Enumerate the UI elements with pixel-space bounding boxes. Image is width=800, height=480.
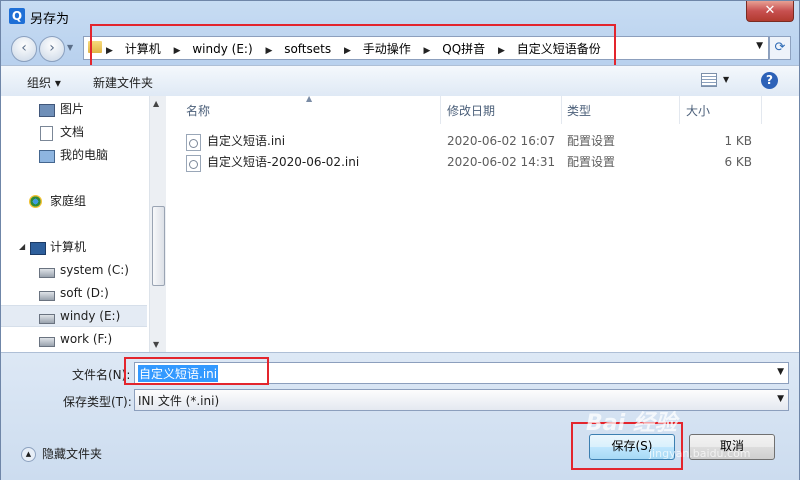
homegroup-icon [29, 195, 42, 208]
computer-icon [30, 242, 46, 255]
scroll-up-icon[interactable]: ▲ [153, 99, 159, 108]
forward-button[interactable]: › [39, 36, 65, 62]
drive-icon [39, 268, 55, 278]
sidebar-item-label: 家庭组 [50, 194, 87, 208]
sidebar-item-label: 计算机 [50, 240, 87, 254]
qq-pinyin-app-icon: Q [9, 8, 25, 24]
column-divider[interactable] [561, 96, 562, 124]
navigation-pane: 图片 文档 我的电脑 家庭组 ◢ 计算机 system (C:) soft (D… [1, 96, 149, 352]
view-dropdown-icon[interactable]: ▼ [723, 75, 729, 84]
sidebar-item-label: soft (D:) [60, 286, 109, 300]
sidebar-item-label: 文档 [60, 125, 85, 139]
documents-icon [40, 126, 53, 141]
file-row[interactable]: 自定义短语.ini 2020-06-02 16:07 配置设置 1 KB [166, 131, 799, 151]
column-header-modified[interactable]: 修改日期 [447, 96, 495, 126]
scroll-down-icon[interactable]: ▼ [153, 340, 159, 349]
file-type: 配置设置 [567, 155, 616, 169]
sidebar-item-homegroup[interactable]: 家庭组 [1, 191, 147, 211]
close-button[interactable]: ✕ [746, 1, 794, 22]
address-highlight-box [90, 24, 616, 69]
hide-folders-label: 隐藏文件夹 [42, 447, 103, 461]
help-icon[interactable]: ? [761, 72, 778, 89]
sidebar-item-label: work (F:) [60, 332, 113, 346]
my-computer-icon [39, 150, 55, 163]
sidebar-item-computer[interactable]: ◢ 计算机 [1, 237, 147, 257]
sidebar-item-system-c[interactable]: system (C:) [1, 260, 147, 280]
file-modified: 2020-06-02 14:31 [447, 155, 556, 169]
filetype-dropdown-icon[interactable]: ▼ [777, 394, 784, 404]
sidebar-item-label: system (C:) [60, 263, 129, 277]
sidebar-item-documents[interactable]: 文档 [1, 122, 147, 142]
refresh-icon[interactable]: ⟳ [769, 36, 791, 60]
address-dropdown-icon[interactable]: ▼ [756, 41, 763, 51]
file-type: 配置设置 [567, 134, 616, 148]
baidu-watermark: Bai 经验 [586, 411, 677, 436]
sidebar-item-label: 我的电脑 [60, 148, 109, 162]
sidebar-item-soft-d[interactable]: soft (D:) [1, 283, 147, 303]
sidebar-item-windy-e[interactable]: windy (E:) [1, 305, 147, 327]
sidebar-item-my-computer[interactable]: 我的电脑 [1, 145, 147, 165]
drive-icon [39, 314, 55, 324]
column-header-size[interactable]: 大小 [686, 96, 710, 126]
sort-ascending-icon: ▲ [306, 94, 313, 103]
file-size: 6 KB [724, 155, 752, 169]
file-list: ▲ 名称 修改日期 类型 大小 自定义短语.ini 2020-06-02 16:… [166, 94, 799, 352]
file-name: 自定义短语-2020-06-02.ini [207, 155, 360, 169]
collapse-chevron-icon: ▲ [21, 447, 36, 462]
recent-locations-chevron-icon[interactable]: ▼ [67, 43, 73, 52]
file-row[interactable]: 自定义短语-2020-06-02.ini 2020-06-02 14:31 配置… [166, 152, 799, 172]
column-divider[interactable] [679, 96, 680, 124]
ini-file-icon [186, 134, 201, 151]
filetype-label: 保存类型(T): [63, 395, 132, 409]
column-divider[interactable] [440, 96, 441, 124]
new-folder-button[interactable]: 新建文件夹 [93, 74, 153, 91]
filename-label: 文件名(N): [72, 368, 131, 382]
file-size: 1 KB [724, 134, 752, 148]
file-modified: 2020-06-02 16:07 [447, 134, 556, 148]
sidebar-item-label: 图片 [60, 102, 85, 116]
pictures-icon [39, 104, 55, 117]
sidebar-item-label: windy (E:) [60, 309, 121, 323]
back-button[interactable]: ‹ [11, 36, 37, 62]
expand-chevron-icon[interactable]: ◢ [19, 237, 25, 257]
sidebar-item-work-f[interactable]: work (F:) [1, 329, 147, 349]
drive-icon [39, 337, 55, 347]
file-name: 自定义短语.ini [207, 134, 286, 148]
baidu-watermark-url: jingyan.baidu.com [649, 447, 751, 460]
drive-icon [39, 291, 55, 301]
filename-dropdown-icon[interactable]: ▼ [777, 367, 784, 377]
column-header-name[interactable]: 名称 [186, 96, 210, 126]
navigation-pane-scrollbar[interactable]: ▲ ▼ [149, 96, 166, 352]
organize-menu[interactable]: 组织 ▾ [27, 74, 61, 91]
hide-folders-toggle[interactable]: ▲ 隐藏文件夹 [21, 445, 102, 462]
filetype-value: INI 文件 (*.ini) [138, 394, 220, 408]
command-toolbar: 组织 ▾ 新建文件夹 ▼ ? [1, 65, 799, 97]
column-header-type[interactable]: 类型 [567, 96, 591, 126]
save-as-dialog: Q 另存为 ✕ ‹ › ▼ ▶ 计算机 ▶ windy (E:) ▶ softs… [0, 0, 800, 480]
view-options-icon[interactable] [701, 73, 717, 87]
scrollbar-thumb[interactable] [152, 206, 165, 286]
filename-highlight-box [124, 357, 269, 385]
ini-file-icon [186, 155, 201, 172]
window-title: 另存为 [30, 12, 70, 27]
sidebar-item-pictures[interactable]: 图片 [1, 99, 147, 119]
filetype-select[interactable]: INI 文件 (*.ini) ▼ [134, 389, 789, 411]
column-divider[interactable] [761, 96, 762, 124]
